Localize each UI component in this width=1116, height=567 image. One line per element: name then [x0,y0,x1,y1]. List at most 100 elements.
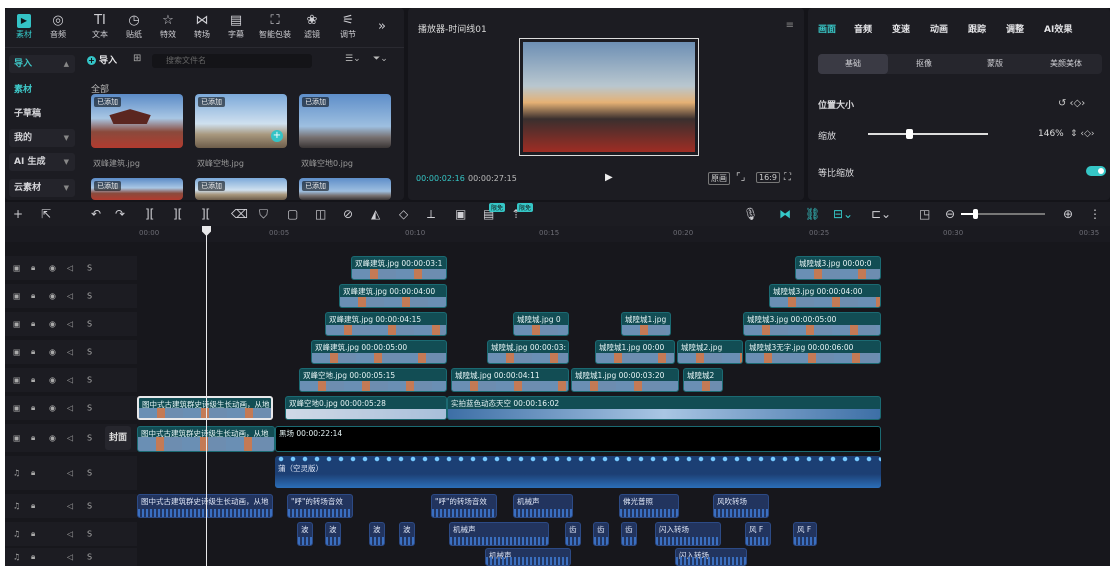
audio-track-header[interactable]: ♫ 🔒︎ ◁ S [5,522,137,546]
audio-clip[interactable]: 风 F [793,522,817,546]
scale-slider-track[interactable] [868,133,988,135]
audio-clip[interactable]: 机械声 [449,522,549,546]
add-track-icon[interactable]: + [13,207,23,221]
select-tool-icon[interactable]: ⇱ [41,207,51,221]
audio-clip[interactable]: 闪入转场 [655,522,721,546]
tool-filter[interactable]: ❀ 滤镜 [295,12,329,44]
selection-frame[interactable] [519,38,699,156]
media-item[interactable]: 已添加 [195,178,287,200]
import-button[interactable]: + 导入 [87,54,127,68]
track-header[interactable]: ▣ 🔒︎ ◉ ◁ S [5,396,137,420]
sidebar-item-mine[interactable]: 我的 ▼ [9,129,75,147]
scale-slider-knob[interactable] [906,129,913,139]
video-clip[interactable]: 双峰空地0.jpg 00:00:05:28 [285,396,447,420]
track-header[interactable]: ▣ 🔒︎ ◉ ◁ S [5,368,137,392]
undo-icon[interactable]: ↶ [91,207,101,221]
mute-icon[interactable]: ◁ [67,292,73,301]
split-icon[interactable]: ][ [145,207,154,221]
freeze-icon[interactable]: ▢ [287,207,298,221]
audio-clip[interactable]: 佛光普照 [619,494,679,518]
track-header[interactable]: ▣ 🔒︎ ◉ ◁ S [5,284,137,308]
remove-bg-icon[interactable]: ▣ [455,207,466,221]
keyframe-icon[interactable]: ⇕ ‹◇› [1070,129,1095,139]
sort-icon[interactable]: ☰⌄ [345,54,361,64]
solo-button[interactable]: S [87,502,92,511]
audio-track-header[interactable]: ♫ 🔒︎ ◁ S [5,548,137,566]
audio-clip[interactable]: 波 [369,522,385,546]
audio-clip[interactable]: 齿 [621,522,637,546]
solo-button[interactable]: S [87,553,92,562]
solo-button[interactable]: S [87,469,92,478]
search-input[interactable]: 搜索文件名 [152,54,312,68]
media-item[interactable]: 已添加 [299,94,391,148]
audio-clip[interactable]: 波 [399,522,415,546]
tab-tracking[interactable]: 跟踪 [968,22,986,35]
track-header[interactable]: ▣ 🔒︎ ◉ ◁ S [5,256,137,280]
subtab-beauty[interactable]: 美颜美体 [1031,54,1101,74]
fullscreen-icon[interactable]: ⛶ [784,172,791,183]
grid-view-icon[interactable]: ⊞ [133,53,141,64]
zoom-slider-knob[interactable] [973,209,978,219]
delete-icon[interactable]: ⌫ [231,207,248,221]
lock-icon[interactable]: 🔒︎ [31,375,35,385]
audio-clip[interactable]: 齿 [593,522,609,546]
mute-icon[interactable]: ◁ [67,502,73,511]
audio-clip[interactable]: "呼"的转场音效 [431,494,497,518]
lock-icon[interactable]: 🔒︎ [31,319,35,329]
audio-track-header[interactable]: ♫ 🔒︎ ◁ S [5,494,137,518]
lock-icon[interactable]: 🔒︎ [31,529,35,539]
mute-icon[interactable]: ◁ [67,469,73,478]
mute-icon[interactable]: ◁ [67,348,73,357]
eye-icon[interactable]: ◉ [49,292,56,301]
zoom-out-icon[interactable]: ⊖ [945,207,955,221]
lock-icon[interactable]: 🔒︎ [31,552,35,562]
solo-button[interactable]: S [87,292,92,301]
tool-audio[interactable]: ◎ 音频 [41,12,75,44]
audio-clip[interactable]: 闪入转场 [675,548,747,566]
tool-adjust[interactable]: ⚟ 调节 [331,12,365,44]
magnet-icon[interactable]: ⧓ [779,207,791,221]
subtab-basic[interactable]: 基础 [818,54,888,74]
fit-icon[interactable]: ⌜⌟ [736,172,745,183]
lock-icon[interactable]: 🔒︎ [31,433,35,443]
lock-icon[interactable]: 🔒︎ [31,403,35,413]
subtab-mask[interactable]: 蒙版 [960,54,1030,74]
tool-transition[interactable]: ⋈ 转场 [185,12,219,44]
main-track-header[interactable]: ▣ 🔒︎ ◉ ◁ S 封面 [5,424,137,452]
cover-button[interactable]: 封面 [105,426,131,450]
section-position-size[interactable]: 位置大小 [818,98,854,111]
video-clip-selected[interactable]: 图中式古建筑群史诗级生长动画，从地 [137,396,273,420]
marker-icon[interactable]: ⛉ [259,207,268,222]
video-clip[interactable]: 城隍城1.jpg [621,312,671,336]
align-icon[interactable]: ⊏⌄ [871,207,891,221]
video-clip[interactable]: 城隍城1.jpg 00:00 [595,340,675,364]
mirror-icon[interactable]: ⊘ [343,207,353,221]
lock-icon[interactable]: 🔒︎ [31,263,35,273]
video-clip[interactable]: 双峰建筑.jpg 00:00:03:1 [351,256,447,280]
video-clip[interactable]: 城隍城.jpg 00:00:03: [487,340,569,364]
lock-icon[interactable]: 🔒︎ [31,501,35,511]
solo-button[interactable]: S [87,530,92,539]
reset-icon[interactable]: ↺ ‹◇› [1058,98,1085,109]
video-clip[interactable]: 双峰建筑.jpg 00:00:04:00 [339,284,447,308]
link-icon[interactable]: ⛓ [805,207,820,221]
preview-axis-icon[interactable]: ⊟⌄ [833,207,853,221]
video-clip[interactable]: 城隍城.jpg 00:00:04:11 [451,368,569,392]
solo-button[interactable]: S [87,404,92,413]
tab-ai-effects[interactable]: AI效果 [1044,22,1072,35]
eye-icon[interactable]: ◉ [49,348,56,357]
rotate-icon[interactable]: ◇ [399,207,408,221]
ratio-button[interactable]: 16:9 [756,172,780,183]
black-clip[interactable]: 黑场 00:00:22:14 [275,426,881,452]
uniform-scale-toggle[interactable] [1086,166,1106,176]
comment-icon[interactable]: ◳ [919,207,930,221]
video-clip[interactable]: 城隍城.jpg 0 [513,312,569,336]
crop-icon[interactable]: ⟂ [427,207,435,222]
mute-icon[interactable]: ◁ [67,320,73,329]
sidebar-item-import[interactable]: 导入 ▲ [9,55,75,73]
tool-subtitle[interactable]: ▤ 字幕 [219,12,253,44]
lock-icon[interactable]: 🔒︎ [31,468,35,478]
menu-icon[interactable]: ≡ [786,20,794,31]
audio-clip[interactable]: 齿 [565,522,581,546]
video-clip[interactable]: 城隍城2.jpg [677,340,743,364]
